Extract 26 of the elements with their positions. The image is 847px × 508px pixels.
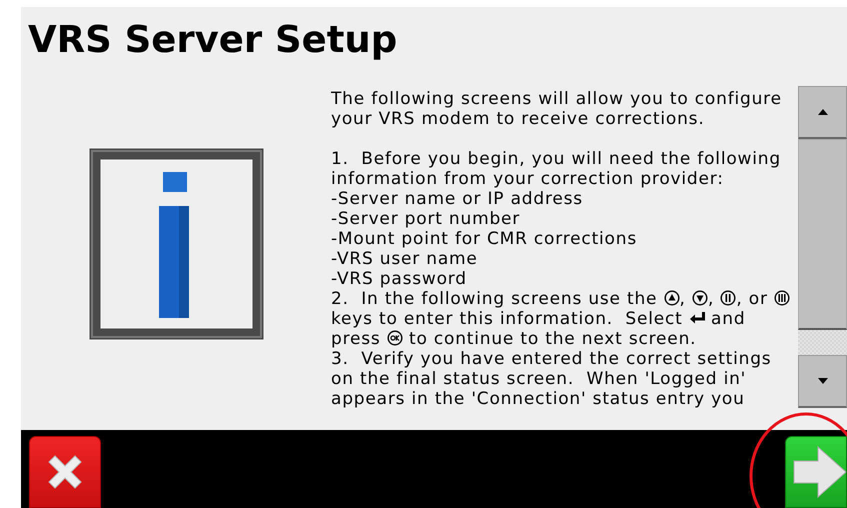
scrollbar-thumb[interactable] xyxy=(798,139,847,330)
instruction-text: 3. Verify you have entered the correct settings on the final status screen. When 'Logged in' appears in the 'Connection' status entry you xyxy=(331,349,772,409)
up-triangle-icon xyxy=(818,109,828,115)
next-button[interactable] xyxy=(785,436,847,508)
scroll-up-button[interactable] xyxy=(798,86,847,139)
instruction-text: -VRS user name xyxy=(331,249,479,269)
cancel-button[interactable] xyxy=(29,436,101,508)
down-triangle-icon xyxy=(818,378,828,384)
three-bar-key-icon xyxy=(774,290,790,306)
down-triangle-key-icon xyxy=(692,290,708,306)
scrollbar-track xyxy=(798,330,847,355)
scroll-down-button[interactable] xyxy=(798,355,847,408)
two-bar-key-icon xyxy=(720,290,736,306)
instruction-text: 2. In the following screens use the , , , or keys to enter this information. Select and press to continue to the next screen. xyxy=(331,289,798,349)
instruction-text: -Server port number xyxy=(331,209,522,229)
right-arrow-icon xyxy=(792,445,846,499)
instruction-text: The following screens will allow you to configure your VRS modem to receive corrections. xyxy=(331,89,783,129)
ok-key-icon xyxy=(386,330,403,346)
instruction-text: 1. Before you begin, you will need the following information from your correction provider: xyxy=(331,149,782,189)
instruction-text: -Server name or IP address xyxy=(331,189,584,209)
instruction-text: -Mount point for CMR corrections xyxy=(331,229,638,249)
info-icon xyxy=(88,148,264,340)
enter-key-icon xyxy=(688,310,705,326)
screen-title: VRS Server Setup xyxy=(28,21,398,58)
instruction-text: -VRS password xyxy=(331,269,468,289)
up-triangle-key-icon xyxy=(664,290,680,306)
